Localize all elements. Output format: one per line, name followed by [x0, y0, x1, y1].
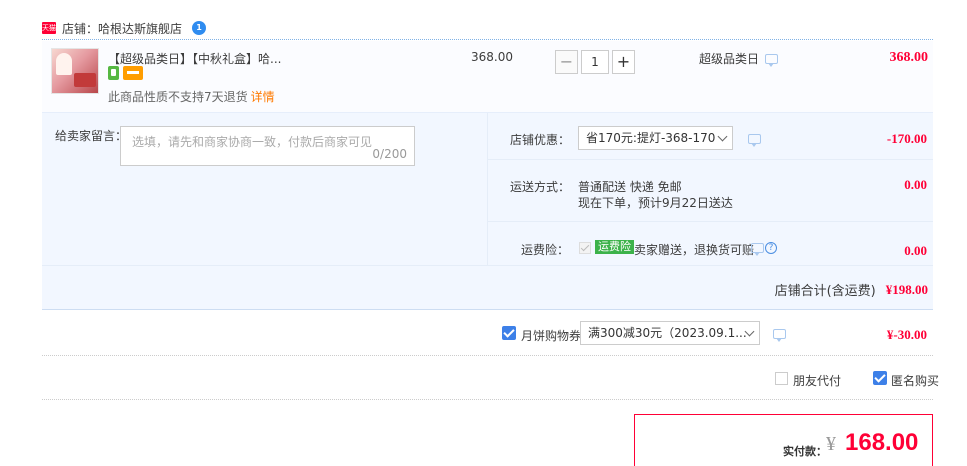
- shop-name[interactable]: 店铺：哈根达斯旗舰店: [62, 20, 182, 37]
- comment-icon[interactable]: [765, 53, 779, 67]
- delivery-row: 运送方式： 普通配送 快递 免邮 现在下单，预计9月22日送达 0.00: [488, 160, 933, 222]
- insurance-desc: 卖家赠送，退换货可赔: [634, 243, 755, 257]
- memo-input[interactable]: 选填，请先和商家协商一致，付款后商家可见 0/200: [120, 126, 415, 166]
- delivery-method: 普通配送 快递 免邮: [578, 180, 682, 194]
- memo-char-count: 0/200: [372, 147, 407, 161]
- currency-symbol: ¥: [826, 433, 836, 455]
- product-thumbnail[interactable]: [51, 48, 99, 94]
- insurance-checkbox: [579, 242, 591, 254]
- shop-total-amount: ¥198.00: [885, 281, 928, 297]
- quantity-input[interactable]: 1: [581, 50, 609, 74]
- unit-price: 368.00: [471, 50, 513, 64]
- order-details-panel: 给卖家留言： 选填，请先和商家协商一致，付款后商家可见 0/200 店铺优惠： …: [42, 113, 933, 310]
- help-icon[interactable]: ?: [765, 242, 777, 254]
- anonymous-purchase-checkbox[interactable]: [873, 371, 887, 385]
- shop-discount-value: 省170元:提灯-368-170: [586, 131, 716, 145]
- payment-summary: 实付款： ¥ 168.00: [634, 414, 933, 466]
- item-subtotal: 368.00: [889, 50, 929, 65]
- insurance-amount: 0.00: [904, 243, 927, 258]
- coupon-label: 月饼购物券: [521, 329, 582, 343]
- delivery-eta: 现在下单，预计9月22日送达: [578, 196, 733, 210]
- chat-seller-icon[interactable]: [192, 21, 207, 35]
- memo-placeholder: 选填，请先和商家协商一致，付款后商家可见: [132, 135, 373, 149]
- service-badge-icon: [108, 66, 119, 80]
- shop-total: 店铺合计(含运费) ¥198.00: [774, 280, 928, 300]
- quantity-increase-button[interactable]: +: [612, 50, 635, 74]
- insurance-label: 运费险：: [521, 243, 570, 257]
- detail-link[interactable]: 详情: [251, 90, 275, 104]
- promotion-label: 超级品类日: [699, 52, 760, 66]
- promotion-tag: 超级品类日: [699, 50, 779, 67]
- coupon-row: 月饼购物券 满300减30元（2023.09.1... ¥-30.00: [42, 311, 933, 356]
- comment-icon[interactable]: [751, 243, 764, 256]
- divider: [42, 39, 933, 40]
- delivery-label: 运送方式：: [510, 180, 571, 194]
- order-item-row: 【超级品类日】【中秋礼盒】哈... 此商品性质不支持7天退货 详情 368.00 …: [42, 41, 933, 113]
- insurance-tag: 运费险: [595, 240, 634, 254]
- payment-label: 实付款：: [783, 445, 827, 458]
- comment-icon[interactable]: [773, 329, 786, 342]
- tmall-icon: 天猫: [42, 22, 56, 34]
- shop-header: 天猫 店铺：哈根达斯旗舰店: [42, 20, 207, 37]
- shop-discount-row: 店铺优惠： 省170元:提灯-368-170 -170.00: [488, 113, 933, 160]
- coupon-value: 满300减30元（2023.09.1...: [588, 326, 747, 340]
- return-policy-text: 此商品性质不支持7天退货: [108, 90, 248, 104]
- product-title[interactable]: 【超级品类日】【中秋礼盒】哈...: [108, 50, 281, 67]
- coupon-checkbox[interactable]: [502, 326, 516, 340]
- friend-pay-checkbox[interactable]: [775, 372, 788, 385]
- chevron-down-icon: [717, 131, 728, 142]
- delivery-fee: 0.00: [904, 177, 927, 192]
- return-policy-note: 此商品性质不支持7天退货 详情: [108, 88, 275, 105]
- shop-total-label: 店铺合计(含运费): [774, 284, 876, 299]
- shipping-insurance-row: 运费险： 运费险 卖家赠送，退换货可赔 ? 0.00: [488, 222, 933, 265]
- order-options-section: 店铺优惠： 省170元:提灯-368-170 -170.00 运送方式： 普通配…: [488, 113, 933, 265]
- shop-discount-select[interactable]: 省170元:提灯-368-170: [578, 126, 733, 150]
- memo-label: 给卖家留言：: [55, 129, 128, 143]
- comment-icon[interactable]: [748, 134, 761, 147]
- credit-card-badge-icon: [123, 66, 143, 80]
- quantity-decrease-button[interactable]: −: [555, 50, 578, 74]
- payment-options-row: 朋友代付 匿名购买: [42, 356, 939, 400]
- memo-section: 给卖家留言： 选填，请先和商家协商一致，付款后商家可见 0/200: [42, 113, 487, 265]
- quantity-stepper: − 1 +: [555, 50, 635, 74]
- friend-pay-label: 朋友代付: [793, 374, 842, 388]
- payment-amount: 168.00: [845, 429, 919, 456]
- product-badges: [108, 66, 143, 80]
- shop-discount-amount: -170.00: [886, 131, 927, 146]
- divider: [42, 265, 933, 266]
- shop-discount-label: 店铺优惠：: [510, 133, 571, 147]
- coupon-select[interactable]: 满300减30元（2023.09.1...: [580, 321, 760, 345]
- anonymous-purchase-label: 匿名购买: [891, 374, 940, 388]
- coupon-amount: ¥-30.00: [886, 327, 927, 342]
